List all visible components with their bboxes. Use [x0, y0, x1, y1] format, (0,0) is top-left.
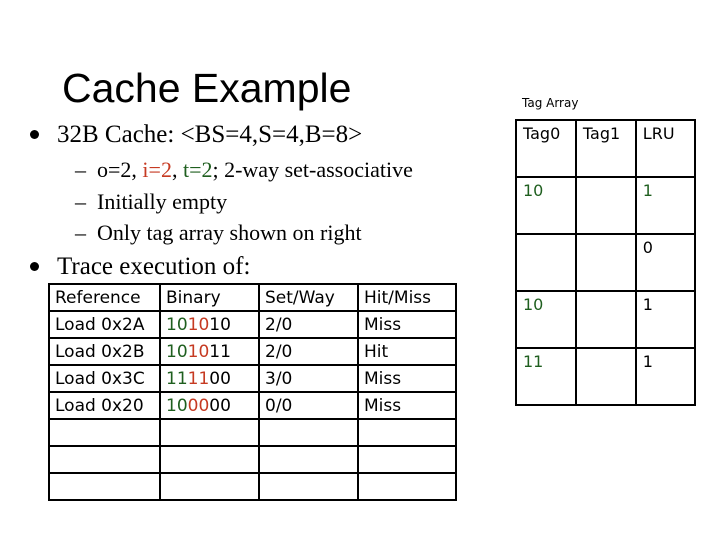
cell-empty: [357, 472, 457, 501]
param-tag: t=2: [182, 157, 213, 182]
header-binary: Binary: [159, 283, 260, 312]
binary-offset: 00: [209, 395, 231, 416]
cell-binary: 101010: [159, 310, 260, 339]
cell-lru: 1: [634, 347, 697, 406]
param-index: i=2: [142, 157, 172, 182]
binary-index: 10: [187, 314, 210, 335]
binary-index: 11: [187, 368, 210, 389]
cell-tag0: [515, 233, 577, 292]
table-row: Load 0x2B 101011 2/0 Hit: [48, 337, 457, 366]
binary-index: 10: [187, 341, 210, 362]
cell-empty: [159, 445, 260, 474]
header-reference: Reference: [48, 283, 161, 312]
cell-setway: 3/0: [258, 364, 359, 393]
cell-binary: 101011: [159, 337, 260, 366]
cell-setway: 0/0: [258, 391, 359, 420]
table-row: Load 0x2A 101010 2/0 Miss: [48, 310, 457, 339]
tag-header-row: Tag0 Tag1 LRU: [515, 119, 697, 178]
cell-reference: Load 0x2A: [48, 310, 161, 339]
table-row: Load 0x20 100000 0/0 Miss: [48, 391, 457, 420]
tag-row: 10 1: [515, 176, 697, 235]
binary-offset: 10: [209, 314, 231, 335]
bullet-cache-size: 32B Cache: <BS=4,S=4,B=8>: [30, 122, 362, 147]
table-row-empty: [48, 418, 457, 447]
header-setway: Set/Way: [258, 283, 359, 312]
binary-offset: 11: [209, 341, 231, 362]
cell-empty: [258, 445, 359, 474]
table-header-row: Reference Binary Set/Way Hit/Miss: [48, 283, 457, 312]
cell-empty: [159, 418, 260, 447]
header-tag1: Tag1: [574, 119, 637, 178]
binary-index: 00: [187, 395, 210, 416]
cell-reference: Load 0x20: [48, 391, 161, 420]
header-hitmiss: Hit/Miss: [357, 283, 457, 312]
cell-lru: 0: [634, 233, 697, 292]
table-row-empty: [48, 445, 457, 474]
binary-tag: 11: [166, 368, 188, 389]
param-sep: ,: [171, 157, 183, 182]
bullet-dot-icon: [30, 261, 39, 271]
slide-title: Cache Example: [62, 65, 352, 111]
binary-tag: 10: [166, 341, 188, 362]
sub-bullet-params: – o=2, i=2, t=2; 2-way set-associative: [75, 159, 413, 181]
cell-setway: 2/0: [258, 310, 359, 339]
tag-array-table: Tag0 Tag1 LRU 10 1 0 10 1 11 1: [515, 119, 697, 406]
cell-binary: 111100: [159, 364, 260, 393]
cell-empty: [357, 445, 457, 474]
binary-tag: 10: [166, 395, 188, 416]
table-row-empty: [48, 472, 457, 501]
tag-array-caption: Tag Array: [522, 96, 579, 110]
cell-empty: [357, 418, 457, 447]
cell-reference: Load 0x2B: [48, 337, 161, 366]
tag-row: 0: [515, 233, 697, 292]
cell-lru: 1: [634, 176, 697, 235]
bullet-text: Trace execution of:: [57, 253, 251, 280]
dash-icon: –: [75, 220, 86, 245]
cell-binary: 100000: [159, 391, 260, 420]
cell-lru: 1: [634, 290, 697, 349]
cell-tag0: 10: [515, 290, 577, 349]
bullet-dot-icon: [30, 129, 39, 139]
sub-bullet-text: Only tag array shown on right: [97, 220, 362, 245]
cell-empty: [258, 418, 359, 447]
cell-hitmiss: Miss: [357, 364, 457, 393]
cell-hitmiss: Miss: [357, 310, 457, 339]
cell-empty: [48, 418, 161, 447]
cell-tag0: 11: [515, 347, 577, 406]
binary-tag: 10: [166, 314, 188, 335]
header-lru: LRU: [634, 119, 697, 178]
cell-empty: [258, 472, 359, 501]
cell-tag1: [574, 233, 637, 292]
table-row: Load 0x3C 111100 3/0 Miss: [48, 364, 457, 393]
dash-icon: –: [75, 157, 86, 182]
tag-row: 11 1: [515, 347, 697, 406]
header-tag0: Tag0: [515, 119, 577, 178]
cell-empty: [48, 445, 161, 474]
sub-bullet-text: Initially empty: [97, 189, 228, 214]
cell-tag1: [574, 347, 637, 406]
cell-tag0: 10: [515, 176, 577, 235]
binary-offset: 00: [209, 368, 231, 389]
tag-row: 10 1: [515, 290, 697, 349]
cell-hitmiss: Miss: [357, 391, 457, 420]
sub-bullet-only-tag: – Only tag array shown on right: [75, 222, 362, 244]
cell-empty: [159, 472, 260, 501]
cell-hitmiss: Hit: [357, 337, 457, 366]
cell-tag1: [574, 290, 637, 349]
dash-icon: –: [75, 189, 86, 214]
bullet-trace: Trace execution of:: [30, 254, 250, 279]
param-offset: o=2,: [97, 157, 143, 182]
cell-tag1: [574, 176, 637, 235]
cell-setway: 2/0: [258, 337, 359, 366]
param-rest: ; 2-way set-associative: [212, 157, 413, 182]
cell-empty: [48, 472, 161, 501]
cell-reference: Load 0x3C: [48, 364, 161, 393]
bullet-text: 32B Cache: <BS=4,S=4,B=8>: [57, 121, 363, 148]
trace-table: Reference Binary Set/Way Hit/Miss Load 0…: [48, 283, 457, 501]
sub-bullet-initial: – Initially empty: [75, 191, 227, 213]
